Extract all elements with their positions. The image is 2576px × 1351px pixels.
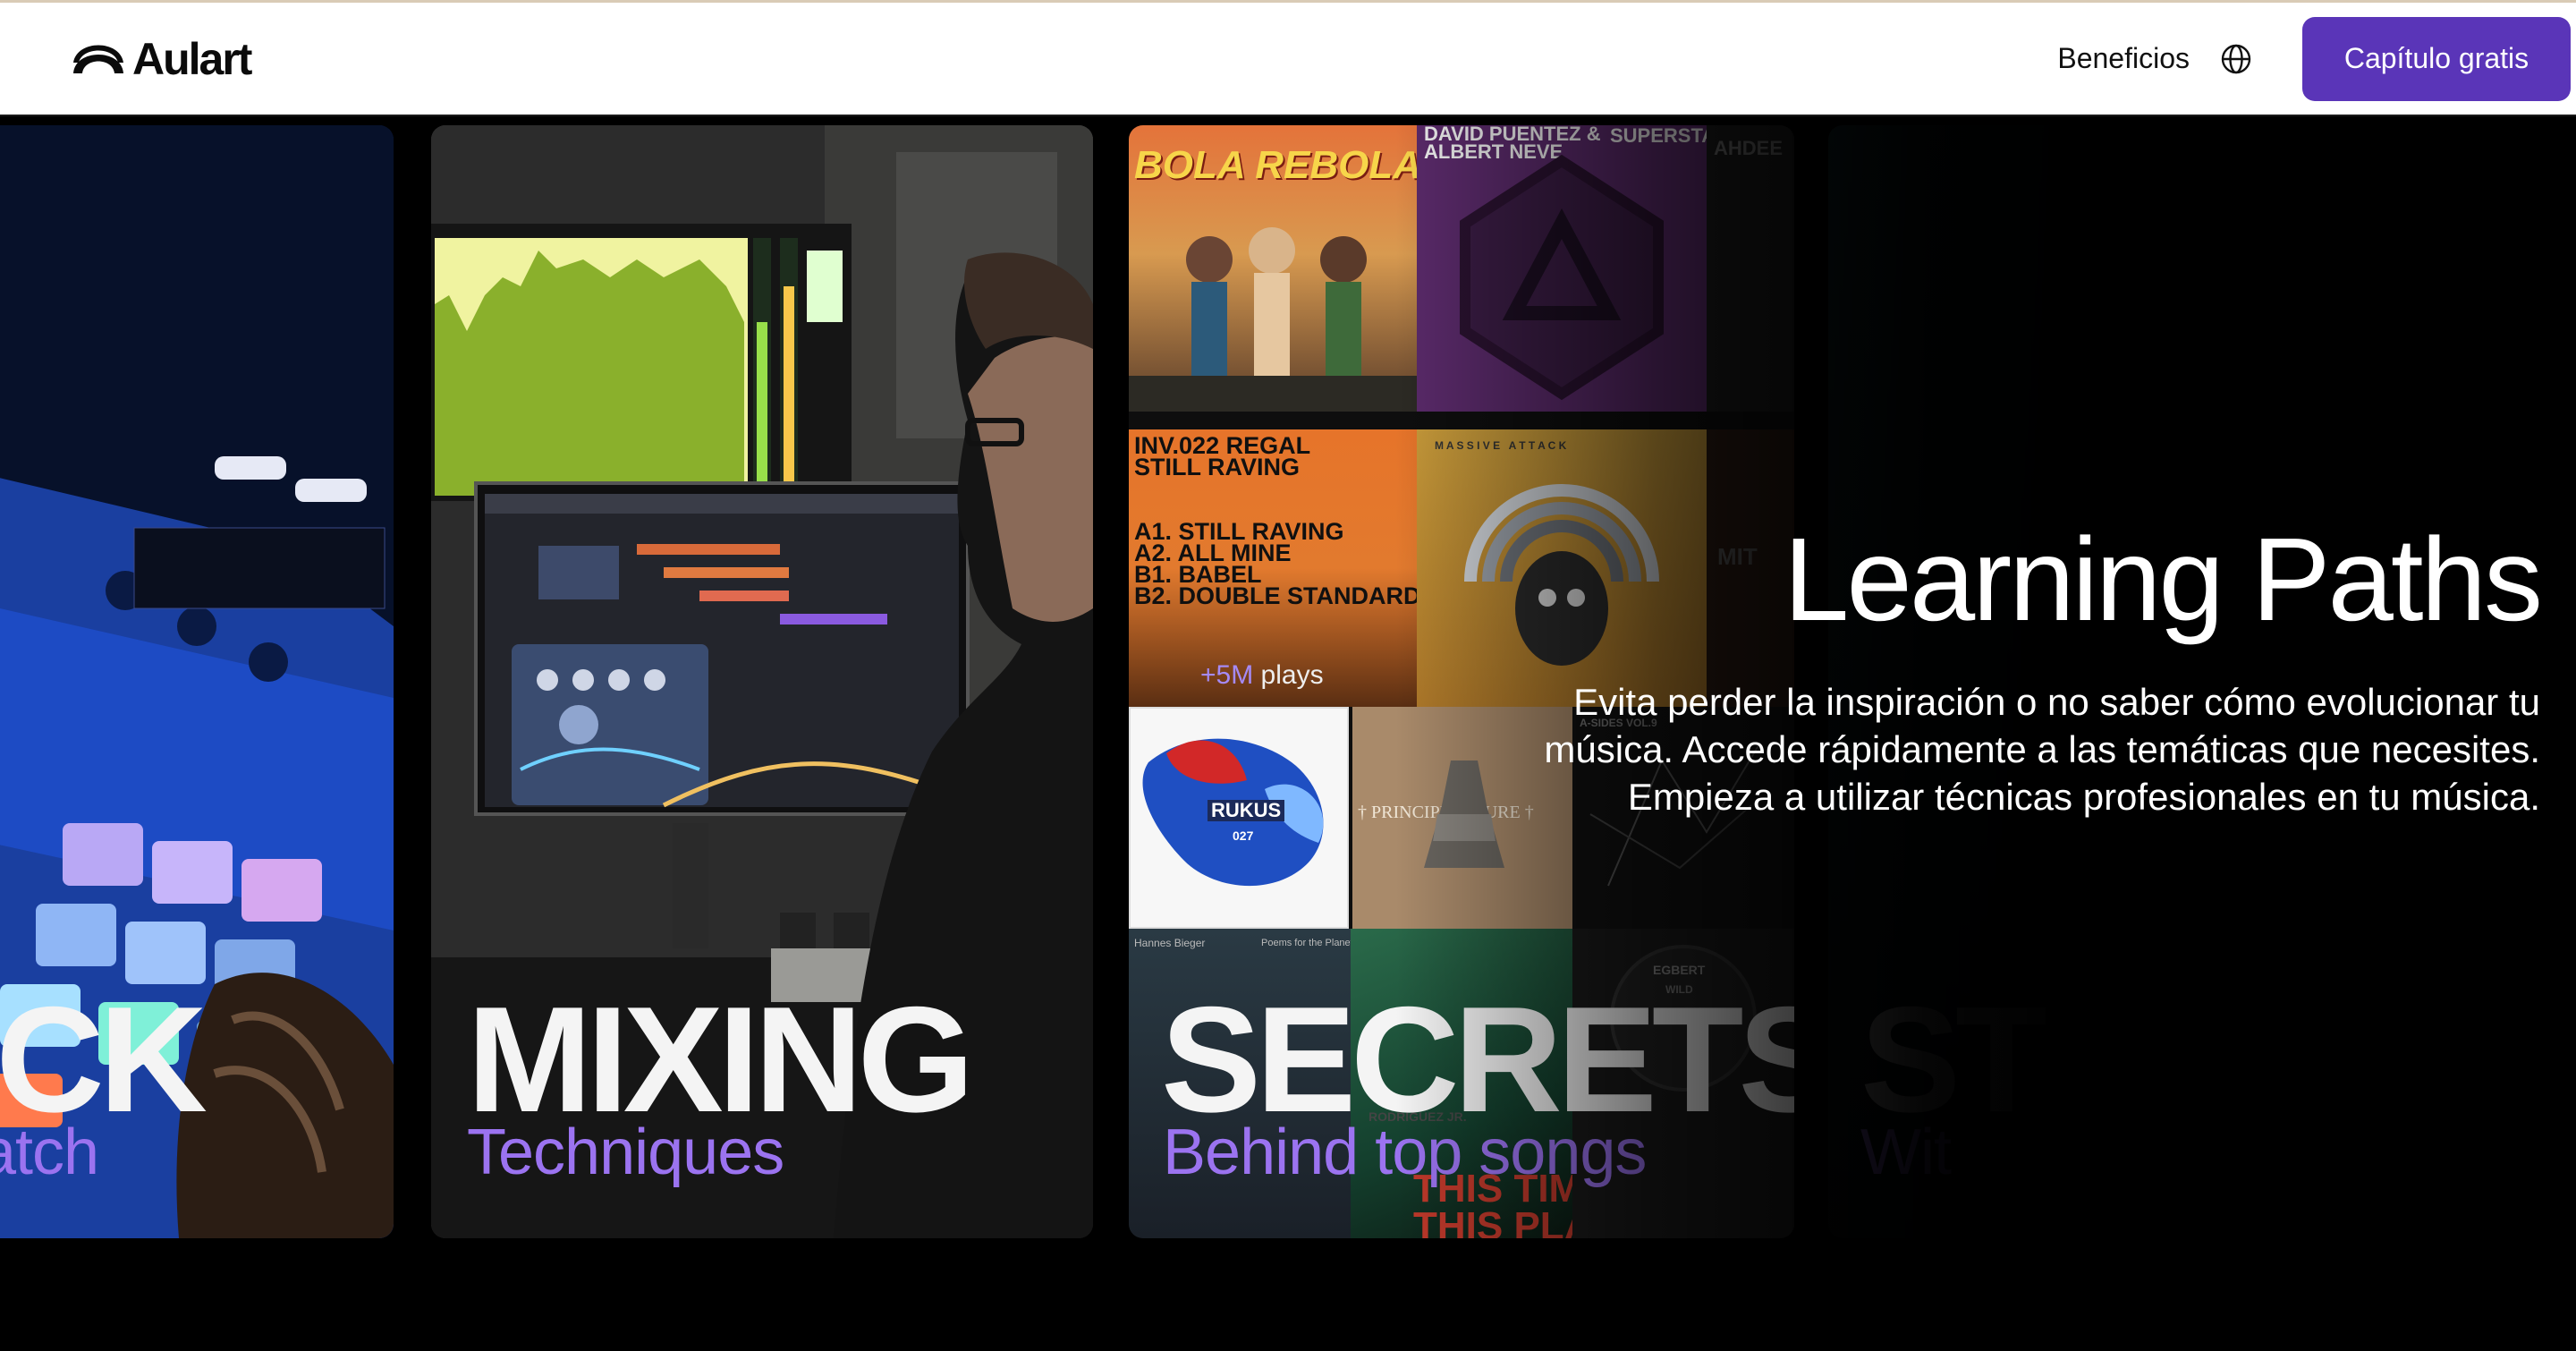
- card-subtitle: Behind top songs: [1163, 1117, 1647, 1188]
- free-chapter-button[interactable]: Capítulo gratis: [2302, 16, 2571, 101]
- album-number: 027: [1233, 828, 1254, 843]
- globe-icon[interactable]: [2220, 43, 2252, 75]
- main-nav: Beneficios Capítulo gratis: [2057, 16, 2571, 101]
- card-subtitle: Wit: [1860, 1117, 1952, 1188]
- learning-paths-intro: Learning Paths Evita perder la inspiraci…: [1360, 514, 2543, 820]
- section-title: Learning Paths: [1784, 514, 2543, 645]
- album-art: [1460, 154, 1664, 401]
- card-subtitle: Techniques: [467, 1117, 784, 1188]
- description-line: música. Accede rápidamente a las temátic…: [1544, 728, 2540, 770]
- album-artist: Hannes Bieger: [1134, 937, 1206, 949]
- plays-label: plays: [1260, 660, 1324, 690]
- card-title: ST: [1860, 975, 2047, 1143]
- album-title: RUKUS: [1211, 799, 1282, 821]
- plays-counter: +5M plays: [1200, 660, 1324, 691]
- plays-count: +5M: [1200, 660, 1254, 690]
- course-card-track[interactable]: ACK cratch: [0, 125, 394, 1238]
- album-title: Poems for the Planet: [1261, 938, 1351, 948]
- card-subtitle: cratch: [0, 1117, 99, 1188]
- album-cover-superstar: DAVID PUENTEZ & ALBERT NEVE SUPERSTAR: [1417, 125, 1707, 412]
- album-title: AHDEE: [1714, 137, 1784, 159]
- learning-paths-section: ACK cratch: [0, 118, 2576, 1351]
- card-title: MIXING: [467, 975, 974, 1143]
- course-card-mixing[interactable]: MIXING Techniques: [431, 125, 1093, 1238]
- description-line: Evita perder la inspiración o no saber c…: [1573, 681, 2540, 723]
- album-cover-rukus: RUKUS 027: [1129, 707, 1349, 929]
- card-title: SECRETS: [1161, 975, 1794, 1143]
- site-header: Aulart Beneficios Capítulo gratis: [0, 0, 2576, 116]
- section-description: Evita perder la inspiración o no saber c…: [1360, 678, 2540, 820]
- album-cover-bola-rebola: BOLA REBOLA: [1129, 125, 1417, 412]
- album-cover-ahdee: AHDEE: [1707, 125, 1794, 412]
- nav-beneficios-link[interactable]: Beneficios: [2057, 42, 2190, 75]
- card-title: ACK: [0, 975, 208, 1143]
- brand-name: Aulart: [132, 33, 252, 84]
- album-art: [1129, 227, 1417, 412]
- description-line: Empieza a utilizar técnicas profesionale…: [1627, 776, 2540, 818]
- logo[interactable]: Aulart: [70, 33, 252, 85]
- aulart-logo-icon: [73, 45, 123, 73]
